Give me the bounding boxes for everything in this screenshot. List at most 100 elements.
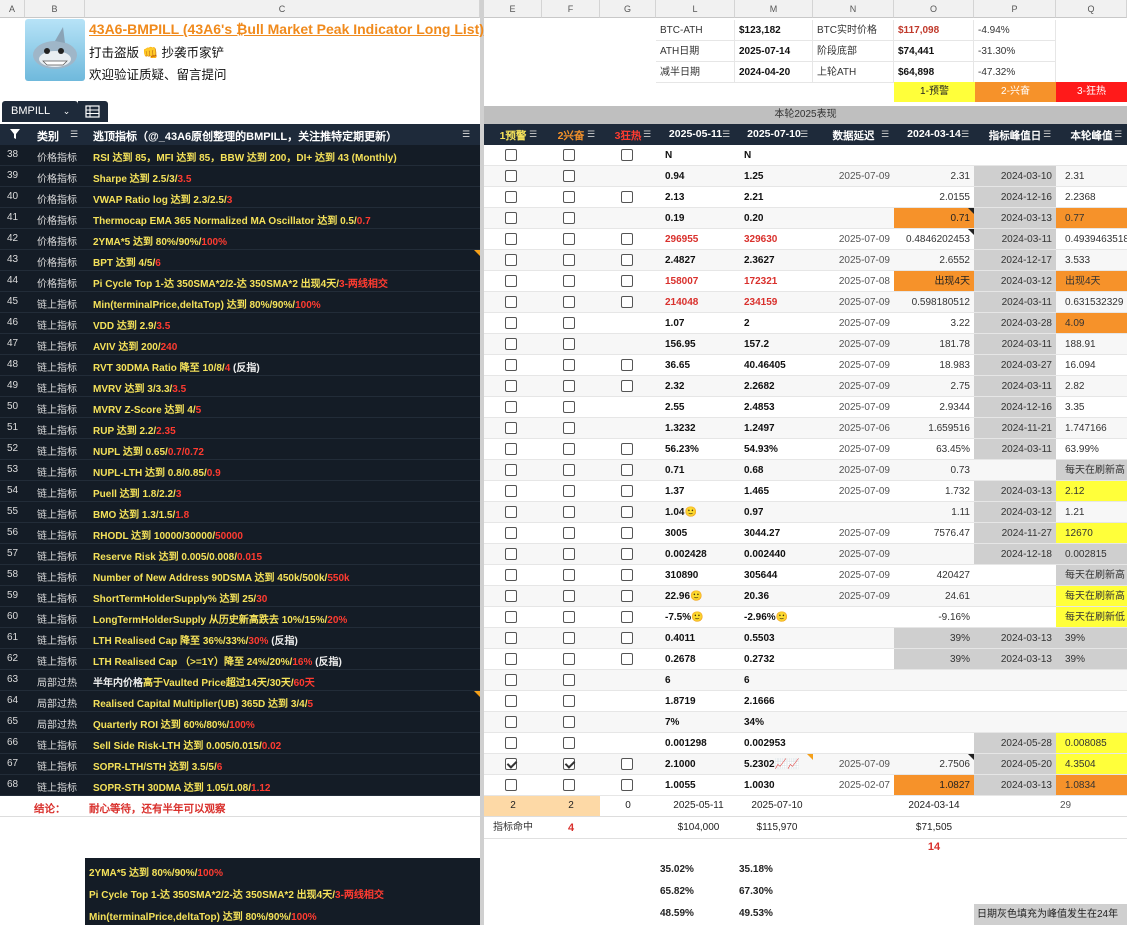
cell-o[interactable] — [894, 145, 974, 165]
cell-p[interactable] — [974, 460, 1056, 480]
cell-q[interactable]: 每天在刷新高 — [1056, 586, 1127, 606]
filter-menu-icon[interactable]: ☰ — [529, 129, 537, 140]
cell-l[interactable]: 214048 — [656, 292, 735, 312]
cell-q[interactable]: 2.2368 — [1056, 187, 1127, 207]
cell-nn[interactable]: 2025-07-09 — [813, 481, 894, 501]
checkbox-g[interactable] — [621, 275, 633, 287]
checkbox-f[interactable] — [563, 380, 575, 392]
cell-o[interactable] — [894, 712, 974, 732]
row-indicator[interactable]: Number of New Address 90DSMA 达到 450k/500… — [93, 569, 350, 584]
row-indicator[interactable]: MVRV 达到 3/3.3/3.5 — [93, 380, 186, 395]
cell-l[interactable]: 1.37 — [656, 481, 735, 501]
row-indicator[interactable]: 2YMA*5 达到 80%/90%/100% — [93, 233, 227, 248]
checkbox-g[interactable] — [621, 653, 633, 665]
cell-q[interactable]: 39% — [1056, 649, 1127, 669]
cell-p[interactable]: 2024-05-28 — [974, 733, 1056, 753]
row-indicator[interactable]: RVT 30DMA Ratio 降至 10/8/4 (反指) — [93, 359, 260, 374]
cell-m[interactable]: 0.20 — [735, 208, 813, 228]
cell-l[interactable]: 2.32 — [656, 376, 735, 396]
cell-l[interactable]: 310890 — [656, 565, 735, 585]
checkbox-g[interactable] — [621, 569, 633, 581]
checkbox-e[interactable] — [505, 233, 517, 245]
cell-p[interactable]: 2024-03-10 — [974, 166, 1056, 186]
filter-menu-icon[interactable]: ☰ — [643, 129, 651, 140]
cell-q[interactable] — [1056, 670, 1127, 690]
row-indicator[interactable]: RSI 达到 85，MFI 达到 85，BBW 达到 200，DI+ 达到 43… — [93, 149, 397, 164]
filter-menu-icon[interactable]: ☰ — [1114, 129, 1122, 140]
checkbox-f[interactable] — [563, 569, 575, 581]
checkbox-f[interactable] — [563, 275, 575, 287]
cell-o[interactable]: 3.22 — [894, 313, 974, 333]
cell-o[interactable]: 0.73 — [894, 460, 974, 480]
column-header-g[interactable]: G — [600, 0, 656, 18]
cell-m[interactable]: 0.002953 — [735, 733, 813, 753]
cell-m[interactable]: 0.2732 — [735, 649, 813, 669]
row-number[interactable]: 58 — [0, 569, 25, 580]
checkbox-f[interactable] — [563, 548, 575, 560]
checkbox-g[interactable] — [621, 506, 633, 518]
cell-q[interactable]: 0.77 — [1056, 208, 1127, 228]
cell-q[interactable]: 每天在刷新低 — [1056, 607, 1127, 627]
cell-nn[interactable]: 2025-07-06 — [813, 418, 894, 438]
checkbox-g[interactable] — [621, 590, 633, 602]
cell-o[interactable]: 39% — [894, 628, 974, 648]
cell-p[interactable]: 2024-03-13 — [974, 649, 1056, 669]
column-header-b[interactable]: B — [25, 0, 85, 18]
cell-q[interactable] — [1056, 712, 1127, 732]
cell-o[interactable] — [894, 670, 974, 690]
cell-l[interactable]: 0.94 — [656, 166, 735, 186]
checkbox-e[interactable] — [505, 653, 517, 665]
row-indicator[interactable]: BPT 达到 4/5/6 — [93, 254, 161, 269]
cell-m[interactable]: 2.1666 — [735, 691, 813, 711]
cell-p[interactable] — [974, 565, 1056, 585]
cell-nn[interactable]: 2025-07-09 — [813, 460, 894, 480]
cell-nn[interactable] — [813, 712, 894, 732]
cell-q[interactable]: 2.31 — [1056, 166, 1127, 186]
checkbox-g[interactable] — [621, 443, 633, 455]
row-indicator[interactable]: Sell Side Risk-LTH 达到 0.005/0.015/0.02 — [93, 737, 281, 752]
cell-l[interactable]: 7% — [656, 712, 735, 732]
cell-nn[interactable] — [813, 502, 894, 522]
cell-q[interactable]: 188.91 — [1056, 334, 1127, 354]
cell-m[interactable]: 40.46405 — [735, 355, 813, 375]
cell-o[interactable]: 39% — [894, 649, 974, 669]
row-indicator[interactable]: AVIV 达到 200/240 — [93, 338, 177, 353]
row-number[interactable]: 54 — [0, 485, 25, 496]
checkbox-g[interactable] — [621, 779, 633, 791]
checkbox-e[interactable] — [505, 485, 517, 497]
cell-nn[interactable]: 2025-07-09 — [813, 334, 894, 354]
cell-o[interactable]: 2.75 — [894, 376, 974, 396]
checkbox-e[interactable] — [505, 674, 517, 686]
cell-p[interactable]: 2024-12-16 — [974, 187, 1056, 207]
filter-menu-icon[interactable]: ☰ — [1043, 129, 1051, 140]
checkbox-e[interactable] — [505, 170, 517, 182]
cell-l[interactable]: 156.95 — [656, 334, 735, 354]
checkbox-g[interactable] — [621, 191, 633, 203]
cell-q[interactable]: 1.21 — [1056, 502, 1127, 522]
row-number[interactable]: 39 — [0, 170, 25, 181]
column-header-m[interactable]: M — [735, 0, 813, 18]
cell-m[interactable]: 305644 — [735, 565, 813, 585]
cell-q[interactable]: 16.094 — [1056, 355, 1127, 375]
cell-m[interactable]: 3044.27 — [735, 523, 813, 543]
row-number[interactable]: 38 — [0, 149, 25, 160]
cell-m[interactable]: 2.2682 — [735, 376, 813, 396]
cell-l[interactable]: 0.4011 — [656, 628, 735, 648]
filter-menu-icon[interactable]: ☰ — [70, 129, 78, 140]
checkbox-f[interactable] — [563, 758, 575, 770]
cell-m[interactable]: 2 — [735, 313, 813, 333]
filter-menu-icon[interactable]: ☰ — [961, 129, 969, 140]
cell-o[interactable] — [894, 544, 974, 564]
filter-menu-icon[interactable]: ☰ — [881, 129, 889, 140]
cell-l[interactable]: 56.23% — [656, 439, 735, 459]
checkbox-f[interactable] — [563, 359, 575, 371]
row-indicator[interactable]: RUP 达到 2.2/2.35 — [93, 422, 176, 437]
cell-p[interactable]: 2024-03-27 — [974, 355, 1056, 375]
checkbox-e[interactable] — [505, 758, 517, 770]
cell-l[interactable]: 0.002428 — [656, 544, 735, 564]
checkbox-f[interactable] — [563, 338, 575, 350]
checkbox-e[interactable] — [505, 443, 517, 455]
cell-o[interactable]: 7576.47 — [894, 523, 974, 543]
cell-nn[interactable]: 2025-07-09 — [813, 292, 894, 312]
cell-o[interactable]: 2.6552 — [894, 250, 974, 270]
